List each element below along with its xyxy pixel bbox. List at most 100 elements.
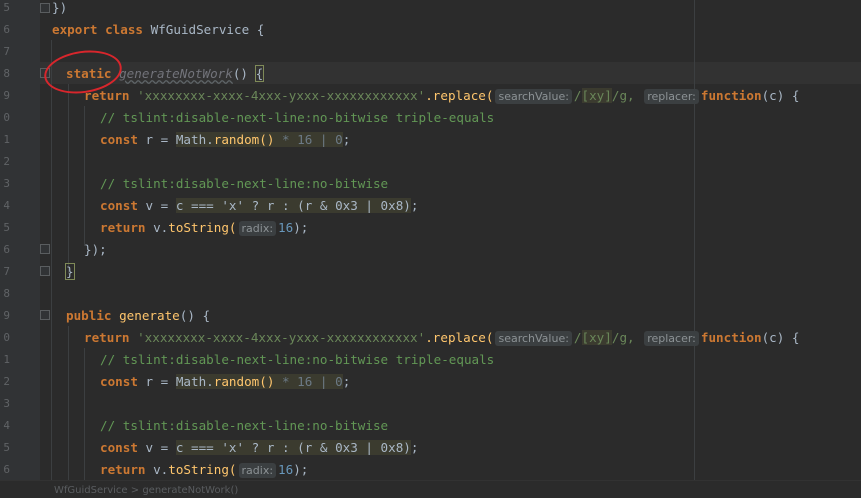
r-assign: r = (137, 132, 176, 147)
public-keyword: public (66, 308, 112, 323)
regex-class: [xy] (581, 88, 612, 103)
tslint-comment: // tslint:disable-next-line:no-bitwise (100, 176, 389, 191)
line-number: 2 (3, 155, 10, 168)
method-parens: () (179, 308, 195, 323)
indent-guide (84, 106, 85, 246)
fold-end-icon[interactable] (40, 244, 50, 254)
line-number: 4 (3, 199, 10, 212)
class-keyword: class (105, 22, 144, 37)
open-brace: { (256, 22, 265, 37)
close-paren: ); (293, 220, 309, 235)
line-number: 0 (3, 111, 10, 124)
line-number: 8 (3, 67, 10, 80)
const-keyword: const (100, 132, 138, 147)
return-keyword: return (100, 220, 146, 235)
export-keyword: export (52, 22, 98, 37)
function-keyword: function (700, 330, 762, 345)
code-line: const v = c === 'x' ? r : (r & 0x3 | 0x8… (100, 195, 418, 217)
breadcrumb[interactable]: WfGuidService > generateNotWork() (54, 485, 238, 496)
callback-args: (c) { (761, 330, 800, 345)
fold-end-icon[interactable] (40, 266, 50, 276)
indent-guide (51, 40, 52, 480)
return-value: v. (153, 462, 169, 477)
tostring-call: toString( (168, 462, 237, 477)
random-expression: * 16 | 0 (274, 374, 343, 389)
indent-guide (84, 348, 85, 480)
code-line: const v = c === 'x' ? r : (r & 0x3 | 0x8… (100, 437, 418, 459)
line-number: 6 (3, 463, 10, 476)
random-call: random (213, 132, 260, 147)
line-number: 4 (3, 419, 10, 432)
semicolon: ; (410, 440, 419, 455)
code-line: export class WfGuidService { (52, 19, 264, 41)
close-paren: ); (293, 462, 309, 477)
tslint-comment: // tslint:disable-next-line:no-bitwise (100, 418, 389, 433)
const-keyword: const (100, 440, 138, 455)
line-number: 3 (3, 397, 10, 410)
method-parens: () (232, 66, 248, 81)
regex-class: [xy] (581, 330, 612, 345)
line-number: 5 (3, 221, 10, 234)
radix-value: 16 (278, 462, 294, 477)
regex-close: /g, (611, 330, 635, 345)
line-number: 6 (3, 23, 10, 36)
function-keyword: function (700, 88, 762, 103)
v-assign: v = (137, 198, 176, 213)
const-keyword: const (100, 374, 138, 389)
method-name-unused: generateNotWork (119, 66, 233, 81)
line-number: 1 (3, 133, 10, 146)
random-parens: () (259, 132, 275, 147)
guid-template-string: 'xxxxxxxx-xxxx-4xxx-yxxx-xxxxxxxxxxxx' (137, 88, 426, 103)
code-line: return v.toString(radix: 16); (100, 217, 308, 239)
guid-template-string: 'xxxxxxxx-xxxx-4xxx-yxxx-xxxxxxxxxxxx' (137, 330, 426, 345)
random-call: random (213, 374, 260, 389)
return-keyword: return (100, 462, 146, 477)
code-line: return v.toString(radix: 16); (100, 459, 308, 481)
indent-guide (68, 326, 69, 480)
code-line: } (65, 261, 75, 283)
regex-close: /g, (611, 88, 635, 103)
line-number: 0 (3, 331, 10, 344)
line-number: 7 (3, 265, 10, 278)
line-number: 9 (3, 89, 10, 102)
fold-end-icon[interactable] (40, 3, 50, 13)
return-value: v. (153, 220, 169, 235)
math-object: Math. (175, 374, 214, 389)
tostring-call: toString( (168, 220, 237, 235)
code-line: }); (84, 239, 107, 261)
semicolon: ; (410, 198, 419, 213)
close-brace-matched: } (65, 263, 75, 280)
radix-value: 16 (278, 220, 294, 235)
ternary-expression: c === 'x' ? r : (r & 0x3 | 0x8) (175, 440, 411, 455)
line-number: 6 (3, 243, 10, 256)
fold-start-icon[interactable] (40, 310, 50, 320)
random-expression: * 16 | 0 (274, 132, 343, 147)
method-name: generate (119, 308, 180, 323)
semicolon: ; (342, 374, 351, 389)
param-hint: radix: (238, 463, 277, 478)
right-margin-guide (694, 0, 695, 480)
param-hint: replacer: (644, 89, 699, 104)
breadcrumb-bar[interactable]: WfGuidService > generateNotWork() (0, 480, 861, 498)
code-line: return 'xxxxxxxx-xxxx-4xxx-yxxx-xxxxxxxx… (84, 327, 799, 349)
line-number: 2 (3, 375, 10, 388)
line-number: 9 (3, 309, 10, 322)
line-number: 3 (3, 177, 10, 190)
line-number: 8 (3, 287, 10, 300)
line-number: 1 (3, 353, 10, 366)
param-hint: searchValue: (495, 89, 572, 104)
close-callback: }); (84, 242, 107, 257)
code-line: return 'xxxxxxxx-xxxx-4xxx-yxxx-xxxxxxxx… (84, 85, 799, 107)
ternary-expression: c === 'x' ? r : (r & 0x3 | 0x8) (175, 198, 411, 213)
code-line: }) (52, 0, 67, 19)
semicolon: ; (342, 132, 351, 147)
code-line: // tslint:disable-next-line:no-bitwise t… (100, 107, 494, 129)
indent-guide (68, 84, 69, 274)
r-assign: r = (137, 374, 176, 389)
code-line: public generate() { (66, 305, 210, 327)
code-line: const r = Math.random() * 16 | 0; (100, 371, 350, 393)
open-brace-matched: { (254, 65, 265, 82)
replace-call: .replace( (425, 330, 494, 345)
param-hint: searchValue: (495, 331, 572, 346)
close-token: }) (52, 0, 68, 15)
